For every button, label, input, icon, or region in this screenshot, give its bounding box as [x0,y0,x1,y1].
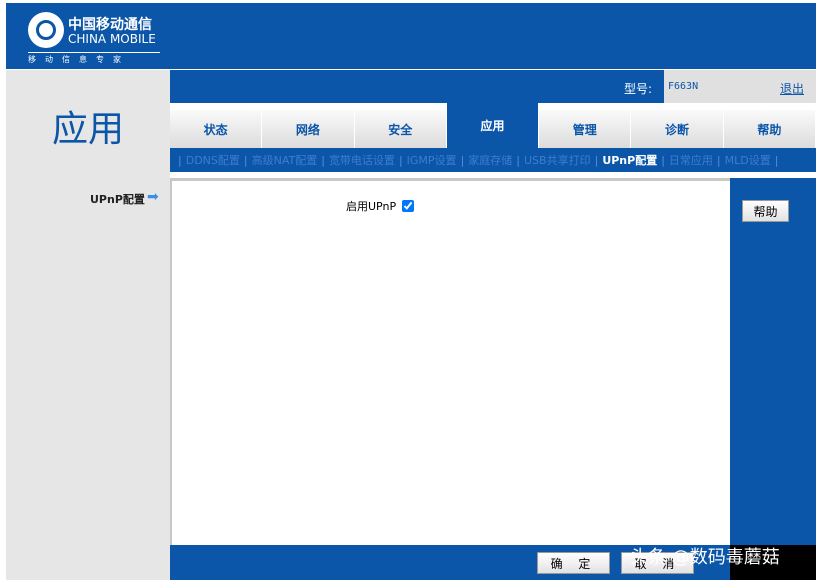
submenu-separator: | [595,154,599,167]
tab-2[interactable]: 安全 [355,110,447,148]
submenu-item[interactable]: IGMP设置 [407,152,457,168]
right-column [730,178,816,545]
tab-0[interactable]: 状态 [170,110,262,148]
submenu: |DDNS配置|高级NAT配置|宽带电话设置|IGMP设置|家庭存储|USB共享… [170,148,816,172]
submenu-separator: | [775,154,779,167]
model-label: 型号: [624,80,652,97]
tab-4[interactable]: 管理 [539,110,631,148]
tab-3[interactable]: 应用 [447,103,539,148]
logo-en: CHINA MOBILE [68,32,156,46]
enable-upnp-label: 启用UPnP [346,198,396,214]
watermark: 头条 @数码毒蘑菇 [630,543,780,569]
submenu-separator: | [321,154,325,167]
submenu-item[interactable]: MLD设置 [725,152,771,168]
submenu-separator: | [661,154,665,167]
submenu-separator: | [178,154,182,167]
side-item-upnp[interactable]: UPnP配置 [90,191,145,207]
submenu-item[interactable]: USB共享打印 [524,152,591,168]
ok-button[interactable]: 确 定 [537,552,610,574]
logo-cn: 中国移动通信 [68,14,152,34]
submenu-separator: | [244,154,248,167]
help-button[interactable]: 帮助 [742,200,789,222]
arrow-right-icon: ➡ [147,189,159,205]
logout-link[interactable]: 退出 [780,80,804,97]
submenu-separator: | [516,154,520,167]
submenu-item[interactable]: DDNS配置 [186,152,240,168]
model-value: F663N [668,81,698,92]
content-panel [170,178,730,545]
enable-upnp-row: 启用UPnP [346,198,414,214]
logo-icon [28,12,64,48]
submenu-item[interactable]: 家庭存储 [468,152,512,168]
enable-upnp-checkbox[interactable] [402,200,414,212]
submenu-item[interactable]: 高级NAT配置 [252,152,318,168]
section-title: 应用 [6,100,170,152]
main-tabs: 状态网络安全应用管理诊断帮助 [170,110,816,148]
top-bar [170,70,664,103]
logo-slogan: 移动信息专家 [28,52,160,65]
tab-5[interactable]: 诊断 [631,110,723,148]
tab-6[interactable]: 帮助 [724,110,816,148]
tab-1[interactable]: 网络 [262,110,354,148]
submenu-item[interactable]: 日常应用 [669,152,713,168]
submenu-separator: | [717,154,721,167]
submenu-item[interactable]: 宽带电话设置 [329,152,395,168]
submenu-item[interactable]: UPnP配置 [602,152,657,168]
submenu-separator: | [399,154,403,167]
submenu-separator: | [461,154,465,167]
